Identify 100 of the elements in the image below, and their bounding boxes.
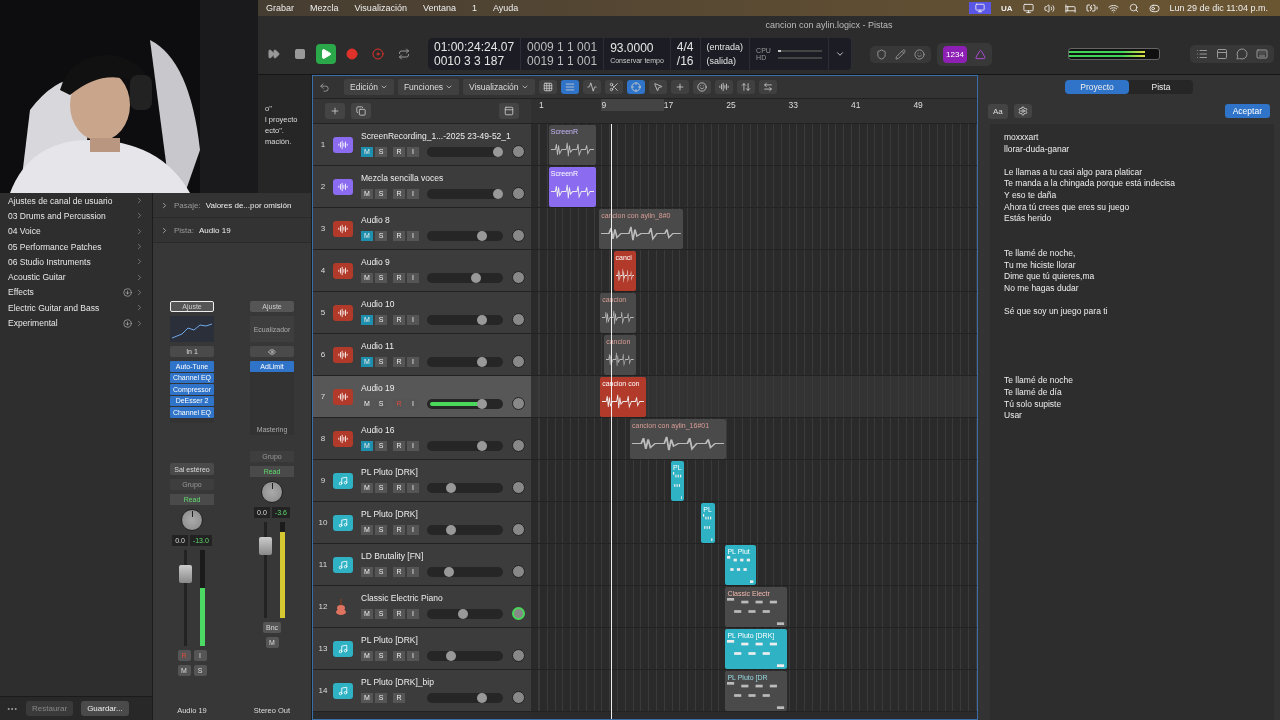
track-name[interactable]: PL Pluto [DRK]	[361, 635, 525, 645]
face-icon[interactable]	[692, 80, 711, 94]
pan-knob[interactable]	[512, 355, 525, 368]
search-icon[interactable]	[1128, 3, 1139, 13]
download-icon[interactable]	[123, 287, 132, 297]
face-icon[interactable]	[914, 48, 926, 60]
pan-knob[interactable]	[512, 187, 525, 200]
menu-item[interactable]: 1	[463, 3, 485, 13]
volume-slider[interactable]	[427, 188, 503, 199]
menu-item[interactable]: Ventana	[414, 3, 464, 13]
menu-button[interactable]: Edición	[344, 79, 394, 95]
back-icon[interactable]	[319, 81, 330, 93]
volume-slider[interactable]	[427, 650, 503, 661]
global-tracks-button[interactable]	[499, 103, 519, 119]
library-item[interactable]: Ajustes de canal de usuario	[8, 195, 132, 206]
pan-knob[interactable]	[512, 607, 525, 620]
volume-icon[interactable]	[1043, 2, 1055, 14]
scissors-icon[interactable]	[604, 80, 623, 94]
volume-slider[interactable]	[427, 440, 503, 451]
accept-button[interactable]: Aceptar	[1224, 104, 1270, 118]
link-button[interactable]	[250, 346, 294, 357]
pan-knob[interactable]	[512, 229, 525, 242]
battery-icon[interactable]	[1085, 2, 1098, 14]
pan-knob[interactable]	[512, 313, 525, 326]
control-center-icon[interactable]	[1148, 2, 1160, 14]
tempo-display[interactable]: 93.0000	[610, 41, 664, 55]
vertical-zoom-icon[interactable]	[736, 80, 755, 94]
pan-knob[interactable]	[512, 649, 525, 662]
pencil-icon[interactable]	[895, 48, 907, 60]
pan-knob[interactable]	[512, 271, 525, 284]
library-item[interactable]: 06 Studio Instruments	[8, 256, 132, 267]
font-button[interactable]: Aa	[988, 103, 1008, 119]
volume-slider[interactable]	[427, 314, 503, 325]
pan-knob[interactable]	[261, 481, 283, 503]
pan-knob[interactable]	[512, 523, 525, 536]
display-icon[interactable]	[1022, 2, 1034, 14]
count-in-button[interactable]: 1234	[943, 45, 967, 63]
track-name[interactable]: PL Pluto [DRK]_bip	[361, 677, 525, 687]
track-name[interactable]: Audio 16	[361, 425, 525, 435]
library-item[interactable]: 04 Voice	[8, 226, 132, 237]
menu-button[interactable]: Visualización	[463, 79, 535, 95]
volume-slider[interactable]	[427, 482, 503, 493]
notes-panel-icon[interactable]	[1216, 48, 1228, 60]
wifi-icon[interactable]	[1107, 2, 1119, 14]
list-icon[interactable]	[560, 80, 579, 94]
library-item[interactable]: Experimental	[8, 318, 120, 328]
time-signature[interactable]: 4/4	[676, 40, 694, 54]
track-name[interactable]: Audio 10	[361, 299, 525, 309]
chevron-icon[interactable]	[835, 49, 846, 59]
cycle-range[interactable]	[601, 99, 664, 111]
curve-icon[interactable]	[582, 80, 601, 94]
menu-item[interactable]: Ayuda	[484, 3, 527, 13]
waveform-icon[interactable]	[714, 80, 733, 94]
snap-icon[interactable]	[626, 80, 645, 94]
tab[interactable]: Proyecto	[1065, 79, 1129, 94]
add-track-button[interactable]	[325, 103, 345, 119]
volume-slider[interactable]	[427, 524, 503, 535]
volume-slider[interactable]	[427, 272, 503, 283]
plus-icon[interactable]	[670, 80, 689, 94]
menu-item[interactable]: Mezcla	[302, 3, 347, 13]
pointer-icon[interactable]	[648, 80, 667, 94]
volume-slider[interactable]	[427, 230, 503, 241]
menu-button[interactable]: Funciones	[397, 79, 460, 95]
disclosure-icon[interactable]	[160, 225, 169, 235]
track-name[interactable]: ScreenRecording_1...-2025 23-49-52_1	[361, 131, 525, 141]
download-icon[interactable]	[123, 318, 132, 328]
volume-slider[interactable]	[427, 608, 503, 619]
menu-item[interactable]: Visualización	[346, 3, 415, 13]
pan-knob[interactable]	[512, 565, 525, 578]
volume-slider[interactable]	[427, 398, 503, 409]
save-button[interactable]: Guardar...	[81, 701, 129, 716]
track-name[interactable]: Mezcla sencilla voces	[361, 173, 525, 183]
pan-knob[interactable]	[512, 145, 525, 158]
menu-item[interactable]: Grabar	[258, 3, 302, 13]
tab[interactable]: Pista	[1129, 79, 1193, 94]
metronome-icon[interactable]	[974, 48, 986, 60]
shield-icon[interactable]	[876, 48, 888, 60]
horizontal-zoom-icon[interactable]	[758, 80, 777, 94]
volume-slider[interactable]	[427, 566, 503, 577]
track-name[interactable]: LD Brutality [FN]	[361, 551, 525, 561]
division[interactable]: /16	[676, 54, 694, 68]
volume-slider[interactable]	[427, 692, 503, 703]
track-name[interactable]: Audio 9	[361, 257, 525, 267]
keyboard-layout[interactable]: UA	[1001, 3, 1013, 13]
library-item[interactable]: Acoustic Guitar	[8, 272, 132, 283]
pan-knob[interactable]	[512, 439, 525, 452]
screen-share-icon[interactable]	[969, 2, 992, 14]
track-name[interactable]: Audio 8	[361, 215, 525, 225]
library-item[interactable]: Electric Guitar and Bass	[8, 302, 132, 313]
pan-knob[interactable]	[512, 397, 525, 410]
track-name[interactable]: PL Pluto [DRK]	[361, 509, 525, 519]
track-name[interactable]: PL Pluto [DRK]	[361, 467, 525, 477]
pan-knob[interactable]	[512, 691, 525, 704]
duplicate-track-button[interactable]	[351, 103, 371, 119]
library-item[interactable]: 03 Drums and Percussion	[8, 210, 132, 221]
clock[interactable]: Lun 29 de dic 11:04 p.m.	[1169, 3, 1268, 13]
track-name[interactable]: Audio 11	[361, 341, 525, 351]
library-item[interactable]: Effects	[8, 287, 120, 298]
grid-icon[interactable]	[538, 80, 557, 94]
volume-slider[interactable]	[427, 146, 503, 157]
